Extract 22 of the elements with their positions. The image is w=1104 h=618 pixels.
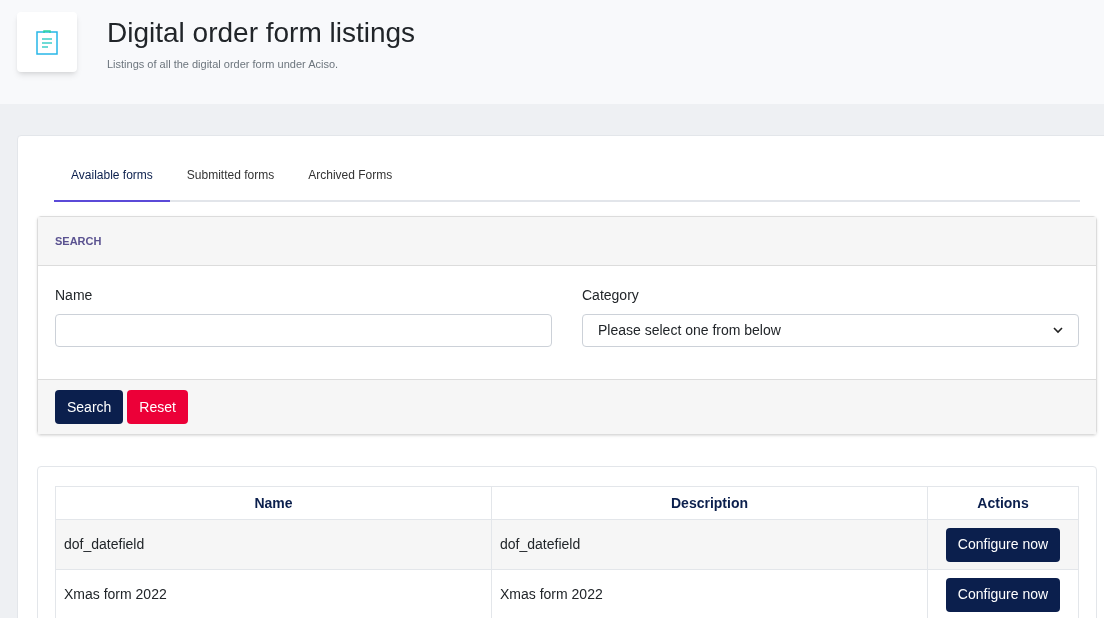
column-header: Description: [491, 486, 928, 520]
page-title: Digital order form listings: [107, 16, 416, 50]
table-cell: Xmas form 2022: [55, 569, 492, 618]
table-cell: dof_datefield: [55, 519, 492, 570]
configure-button[interactable]: Configure now: [945, 577, 1061, 612]
configure-button[interactable]: Configure now: [945, 527, 1061, 562]
clipboard-icon: [36, 29, 58, 55]
search-heading: SEARCH: [55, 233, 102, 249]
form-button[interactable]: Search: [55, 390, 124, 424]
field-label: Category: [582, 286, 640, 305]
chevron-down-icon: [1053, 327, 1063, 334]
page-subtitle: Listings of all the digital order form under Aciso.: [107, 57, 340, 72]
tab[interactable]: Archived Forms: [291, 162, 410, 202]
field-label: Name: [55, 286, 94, 305]
tab[interactable]: Available forms: [54, 162, 170, 202]
tab[interactable]: Submitted forms: [169, 162, 292, 202]
column-header: Actions: [927, 486, 1079, 520]
category-select[interactable]: Please select one from below: [582, 314, 1079, 347]
table-cell: dof_datefield: [491, 519, 928, 570]
form-button[interactable]: Reset: [127, 390, 188, 424]
name-input[interactable]: [55, 314, 552, 347]
column-header: Name: [55, 486, 492, 520]
